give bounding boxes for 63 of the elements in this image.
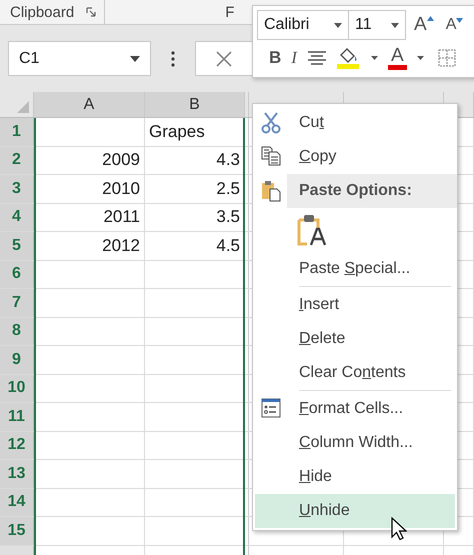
clipboard-icon xyxy=(261,180,281,202)
caret-icon[interactable] xyxy=(416,56,424,60)
borders-icon[interactable] xyxy=(438,49,456,67)
paste-values-icon[interactable] xyxy=(297,214,327,246)
table-cell: 4.3 xyxy=(145,146,245,174)
bold-button[interactable]: B xyxy=(269,48,282,68)
caret-icon[interactable] xyxy=(334,22,342,28)
row-header[interactable]: 14 xyxy=(0,488,34,516)
table-cell: 2.5 xyxy=(145,175,245,202)
cancel-icon[interactable] xyxy=(216,50,232,66)
menu-item[interactable]: Format Cells... xyxy=(253,392,457,426)
grow-font-button[interactable]: A xyxy=(414,14,434,36)
scissors-icon xyxy=(261,112,281,134)
table-cell: Grapes xyxy=(145,118,245,146)
menu-item[interactable]: Cut xyxy=(253,106,457,140)
row-header[interactable]: 8 xyxy=(0,318,34,345)
row-header[interactable]: 7 xyxy=(0,289,34,316)
group-label: Clipboard xyxy=(10,4,74,20)
table-cell: 4.5 xyxy=(145,232,245,260)
up-triangle-icon xyxy=(426,16,434,21)
table-cell: 2010 xyxy=(34,175,145,202)
row-header[interactable]: 6 xyxy=(0,260,34,288)
row-header[interactable]: 13 xyxy=(0,460,34,488)
menu-item[interactable]: Copy xyxy=(253,140,457,174)
menu-item[interactable]: Hide xyxy=(253,460,457,494)
menu-item[interactable]: Column Width... xyxy=(253,426,457,460)
fill-color-icon[interactable] xyxy=(336,47,361,69)
table-cell: 3.5 xyxy=(145,204,245,231)
copy-icon xyxy=(261,146,281,166)
row-header[interactable]: 3 xyxy=(0,175,34,202)
row-header[interactable]: 9 xyxy=(0,346,34,374)
dialog-launcher-icon[interactable] xyxy=(86,7,96,17)
row-header[interactable]: 2 xyxy=(0,146,34,174)
shrink-font-button[interactable]: A xyxy=(446,16,464,34)
group-label: F xyxy=(225,4,234,20)
menu-item[interactable]: Clear Contents xyxy=(253,356,457,390)
row-header[interactable]: 1 xyxy=(0,118,34,146)
down-triangle-icon xyxy=(456,18,464,23)
menu-item[interactable]: Insert xyxy=(253,288,457,322)
column-header[interactable]: B xyxy=(145,92,245,117)
caret-icon[interactable] xyxy=(391,22,399,28)
row-header[interactable]: 4 xyxy=(0,204,34,231)
name-box[interactable]: C1 xyxy=(8,41,151,76)
italic-button[interactable]: I xyxy=(291,48,297,68)
row-header[interactable]: 5 xyxy=(0,232,34,260)
row-header[interactable]: 15 xyxy=(0,517,34,544)
font-name-field[interactable]: Calibri xyxy=(257,10,349,40)
font-color-button[interactable]: A xyxy=(388,46,407,70)
table-cell: 2009 xyxy=(34,146,145,174)
table-cell: 2011 xyxy=(34,204,145,231)
menu-item[interactable]: Delete xyxy=(253,322,457,356)
font-size-field[interactable]: 11 xyxy=(349,10,406,40)
menu-item[interactable]: Unhide xyxy=(255,494,455,528)
row-header[interactable]: 12 xyxy=(0,432,34,459)
format-cells-icon xyxy=(261,398,281,418)
center-align-icon[interactable] xyxy=(306,50,327,66)
column-header[interactable]: A xyxy=(34,92,145,117)
table-cell: 2012 xyxy=(34,232,145,260)
more-icon[interactable] xyxy=(171,50,175,66)
row-header[interactable]: 10 xyxy=(0,374,34,402)
caret-icon[interactable] xyxy=(370,56,378,60)
menu-item[interactable]: Paste Special... xyxy=(253,252,457,286)
row-header[interactable]: 11 xyxy=(0,403,34,430)
